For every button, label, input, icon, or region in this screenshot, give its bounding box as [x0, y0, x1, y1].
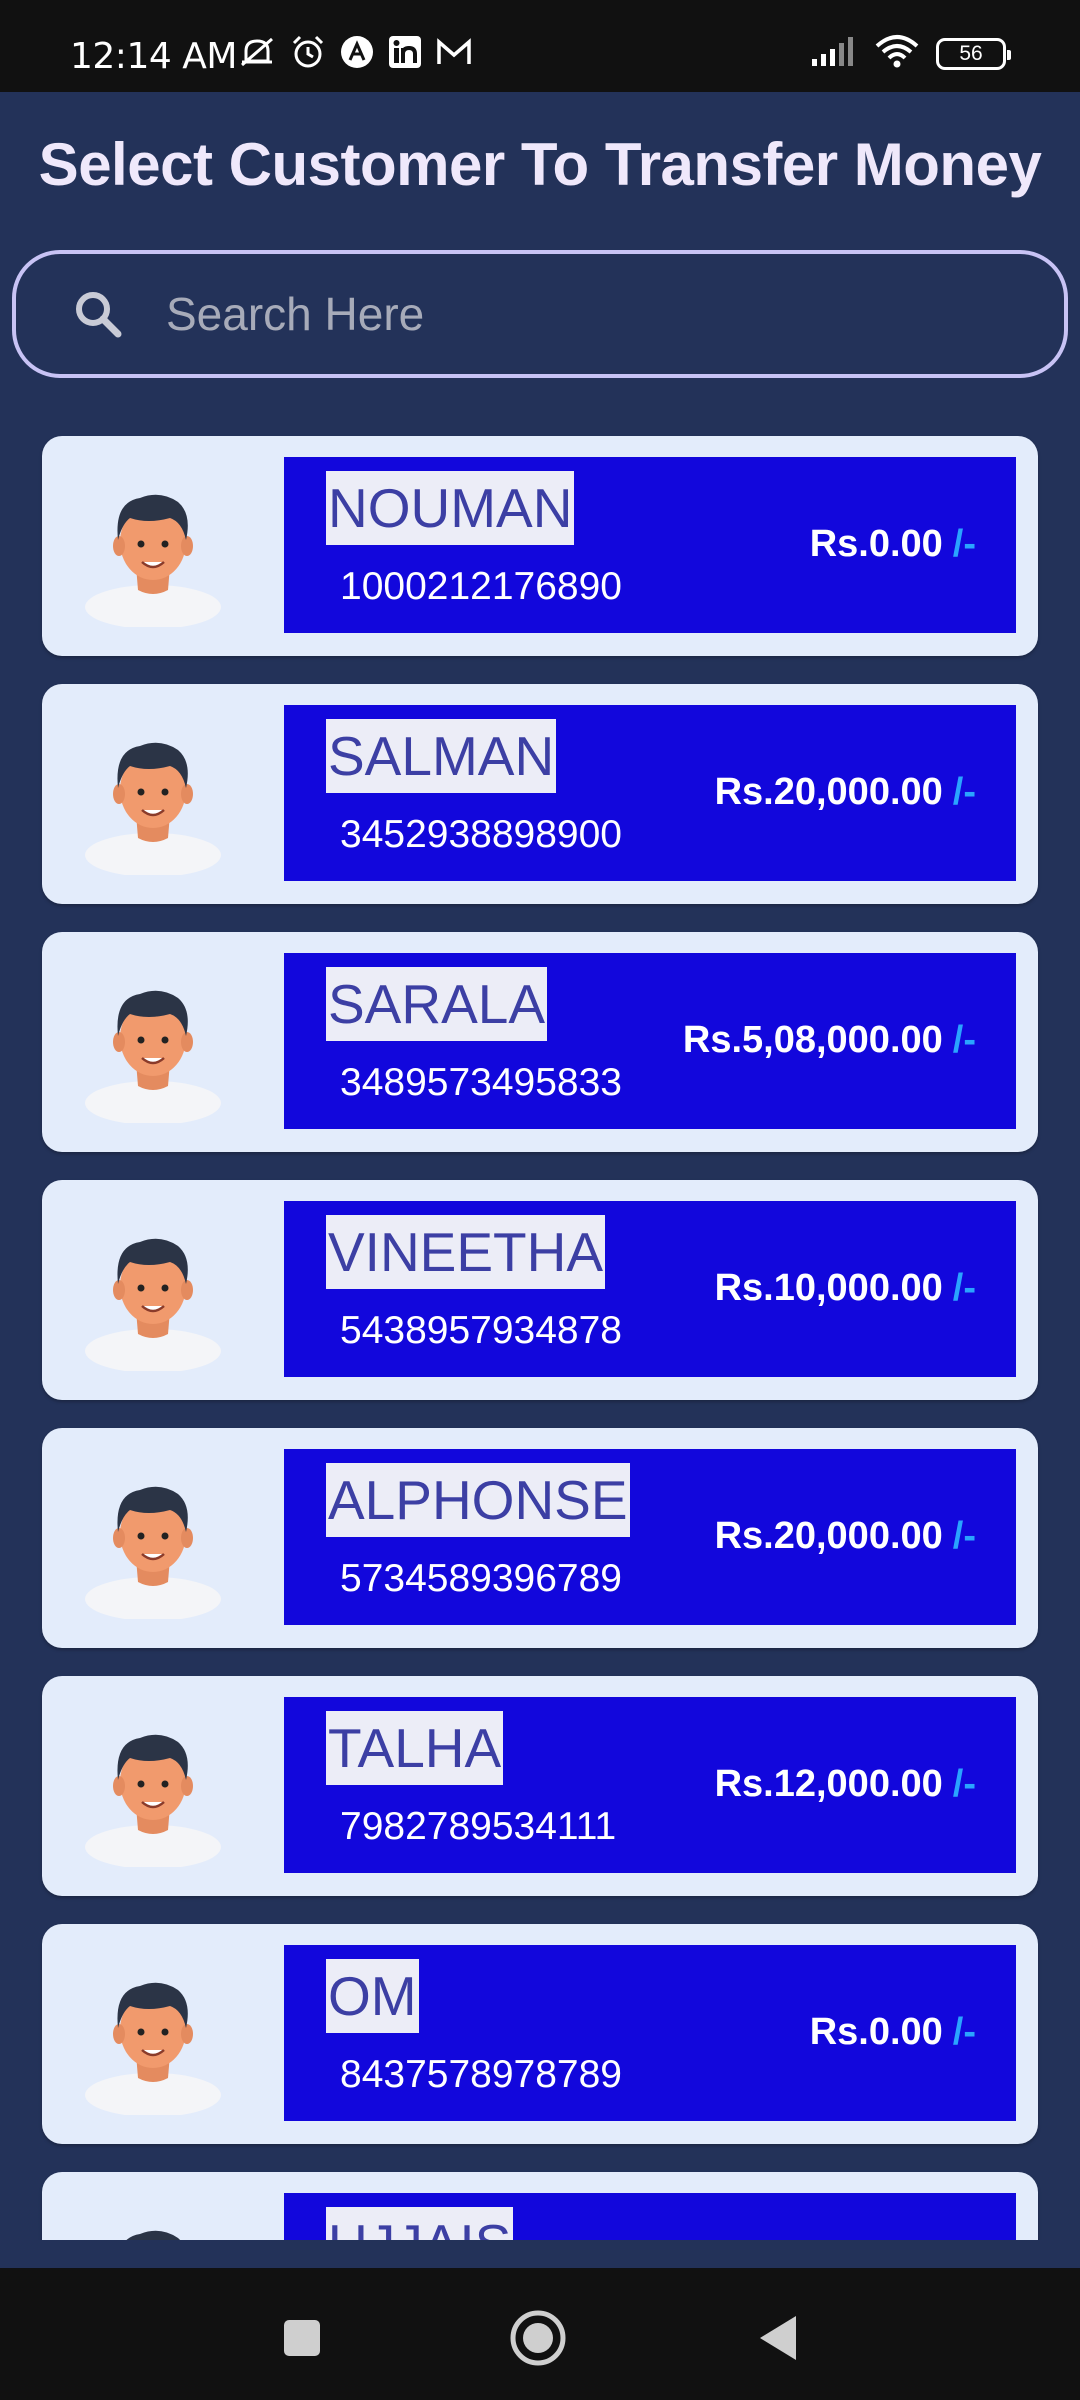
customer-card[interactable]: SALMAN 3452938898900 Rs.20,000.00/- [42, 684, 1038, 904]
customer-account-number: 5734589396789 [340, 1557, 622, 1600]
balance-amount: Rs.12,000.00 [714, 1763, 943, 1805]
page-title: Select Customer To Transfer Money [38, 131, 1042, 198]
customer-account-number: 3489573495833 [340, 1061, 622, 1104]
customer-balance: Rs.10,000.00/- [715, 1267, 976, 1310]
search-icon[interactable] [70, 286, 126, 342]
status-bar: 12:14 AM 56 [0, 0, 1080, 92]
status-icons-left [238, 34, 472, 70]
customer-name: SALMAN [326, 719, 557, 793]
avatar [78, 720, 228, 877]
navigation-bar [0, 2268, 1080, 2400]
status-time: 12:14 AM [70, 36, 237, 77]
avatar [78, 1712, 228, 1869]
balance-amount: Rs.10,000.00 [714, 1267, 943, 1309]
customer-account-number: 1000212176890 [340, 565, 622, 608]
customer-account-number: 8437578978789 [340, 2053, 622, 2096]
customer-name: ALPHONSE [326, 1463, 630, 1537]
customer-name: NOUMAN [326, 471, 575, 545]
customer-card[interactable]: ALPHONSE 5734589396789 Rs.20,000.00/- [42, 1428, 1038, 1648]
balance-amount: Rs.0.00 [809, 2011, 943, 2053]
customer-card[interactable]: TALHA 7982789534111 Rs.12,000.00/- [42, 1676, 1038, 1896]
avatar [78, 1464, 228, 1621]
balance-suffix: /- [952, 1763, 976, 1805]
customer-name: OM [326, 1959, 419, 2033]
balance-suffix: /- [952, 1267, 976, 1309]
customer-list[interactable]: NOUMAN 1000212176890 Rs.0.00/- SALMAN 34… [0, 420, 1080, 2240]
avatar [78, 1216, 228, 1373]
customer-account-number: 3452938898900 [340, 813, 622, 856]
customer-card[interactable]: SARALA 3489573495833 Rs.5,08,000.00/- [42, 932, 1038, 1152]
customer-balance: Rs.12,000.00/- [715, 1763, 976, 1806]
customer-info-panel[interactable]: SARALA 3489573495833 Rs.5,08,000.00/- [284, 953, 1016, 1129]
customer-card[interactable]: UJJAIS [42, 2172, 1038, 2240]
gmail-icon [436, 37, 472, 67]
customer-card[interactable]: NOUMAN 1000212176890 Rs.0.00/- [42, 436, 1038, 656]
recents-square-icon[interactable] [272, 2308, 332, 2368]
customer-info-panel[interactable]: OM 8437578978789 Rs.0.00/- [284, 1945, 1016, 2121]
customer-name: VINEETHA [326, 1215, 606, 1289]
balance-suffix: /- [952, 2011, 976, 2053]
home-circle-icon[interactable] [508, 2308, 568, 2368]
customer-name: UJJAIS [326, 2207, 514, 2240]
mute-icon [238, 35, 276, 69]
balance-amount: Rs.20,000.00 [714, 1515, 943, 1557]
customer-balance: Rs.0.00/- [810, 2011, 976, 2054]
app-icon [340, 35, 374, 69]
customer-card[interactable]: VINEETHA 5438957934878 Rs.10,000.00/- [42, 1180, 1038, 1400]
customer-account-number: 7982789534111 [340, 1805, 617, 1848]
customer-info-panel[interactable]: SALMAN 3452938898900 Rs.20,000.00/- [284, 705, 1016, 881]
balance-suffix: /- [952, 1515, 976, 1557]
linkedin-icon [388, 35, 422, 69]
balance-suffix: /- [952, 523, 976, 565]
balance-suffix: /- [952, 771, 976, 813]
back-triangle-icon[interactable] [748, 2308, 808, 2368]
balance-amount: Rs.20,000.00 [714, 771, 943, 813]
search-input[interactable] [166, 287, 966, 341]
customer-info-panel[interactable]: NOUMAN 1000212176890 Rs.0.00/- [284, 457, 1016, 633]
customer-info-panel[interactable]: ALPHONSE 5734589396789 Rs.20,000.00/- [284, 1449, 1016, 1625]
customer-info-panel[interactable]: VINEETHA 5438957934878 Rs.10,000.00/- [284, 1201, 1016, 1377]
wifi-icon [874, 34, 920, 73]
customer-account-number: 5438957934878 [340, 1309, 622, 1352]
customer-balance: Rs.0.00/- [810, 523, 976, 566]
customer-balance: Rs.20,000.00/- [715, 1515, 976, 1558]
balance-amount: Rs.0.00 [809, 523, 943, 565]
battery-icon: 56 [936, 37, 1011, 70]
search-box[interactable] [12, 250, 1068, 378]
balance-amount: Rs.5,08,000.00 [682, 1019, 943, 1061]
customer-balance: Rs.20,000.00/- [715, 771, 976, 814]
status-icons-right: 56 [810, 34, 1011, 73]
customer-name: SARALA [326, 967, 548, 1041]
customer-name: TALHA [326, 1711, 504, 1785]
balance-suffix: /- [952, 1019, 976, 1061]
customer-card[interactable]: OM 8437578978789 Rs.0.00/- [42, 1924, 1038, 2144]
customer-balance: Rs.5,08,000.00/- [683, 1019, 976, 1062]
avatar [78, 2208, 228, 2240]
alarm-icon [290, 34, 326, 70]
customer-info-panel[interactable]: TALHA 7982789534111 Rs.12,000.00/- [284, 1697, 1016, 1873]
avatar [78, 1960, 228, 2117]
avatar [78, 472, 228, 629]
customer-info-panel[interactable]: UJJAIS [284, 2193, 1016, 2240]
avatar [78, 968, 228, 1125]
signal-icon [810, 35, 858, 72]
